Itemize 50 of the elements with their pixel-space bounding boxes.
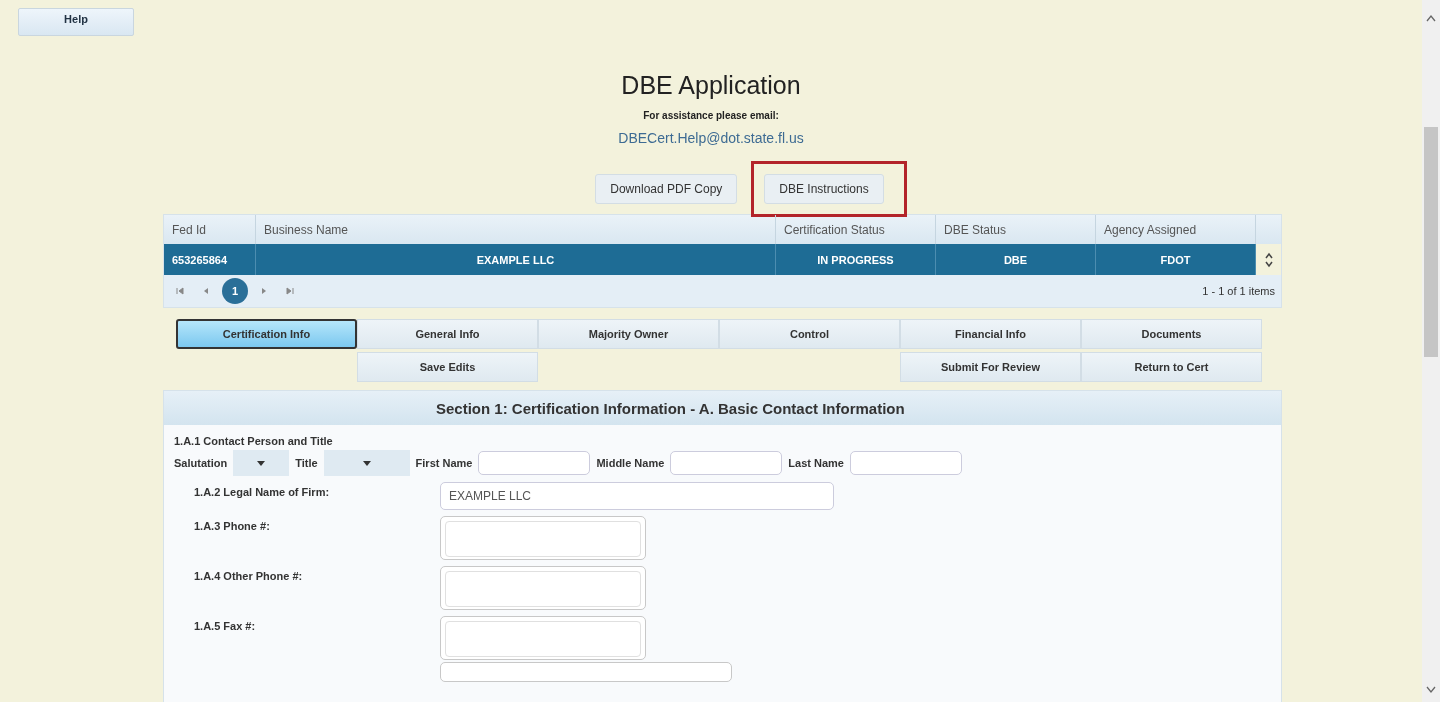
field-label: 1.A.5 Fax #:: [193, 619, 257, 632]
row-scrollbar[interactable]: [1256, 244, 1281, 275]
dropdown-field[interactable]: [233, 450, 290, 476]
section-title: Section 1: Certification Information - A. Basic Contact Information: [164, 391, 1281, 425]
email-link[interactable]: DBECert.Help@dot.state.fl.us: [618, 130, 804, 146]
tab[interactable]: Certification Info: [176, 319, 357, 349]
input-field[interactable]: [670, 451, 783, 475]
scroll-arrows-icon[interactable]: [1263, 250, 1274, 269]
instructions-button[interactable]: DBE Instructions: [764, 174, 884, 204]
download-button[interactable]: Download PDF Copy: [595, 174, 738, 204]
scroll-up-icon[interactable]: [1426, 14, 1436, 22]
pager-summary: 1 - 1 of 1 items: [1202, 285, 1275, 297]
help-button[interactable]: Help: [18, 8, 134, 36]
action-button[interactable]: Save Edits: [357, 352, 538, 382]
table-cell: 653265864: [164, 244, 256, 275]
scroll-down-icon[interactable]: [1426, 686, 1436, 694]
input-field[interactable]: [440, 516, 646, 560]
field-label: Title: [295, 457, 318, 469]
action-button[interactable]: Submit For Review: [900, 352, 1081, 382]
input-field[interactable]: [440, 662, 732, 682]
input-field[interactable]: [849, 451, 962, 475]
scrollbar-thumb[interactable]: [1424, 127, 1438, 357]
tab[interactable]: Majority Owner: [538, 319, 719, 349]
caret-icon: [257, 460, 266, 466]
tab[interactable]: General Info: [357, 319, 538, 349]
table-row[interactable]: 653265864 EXAMPLE LLC IN PROGRESS DBE FDOT: [164, 244, 1281, 275]
field-label: Salutation: [174, 457, 228, 469]
action-button[interactable]: Return to Cert: [1081, 352, 1262, 382]
field-label: 1.A.2 Legal Name of Firm:: [193, 485, 331, 498]
assistance-text: For assistance please email:: [643, 110, 779, 121]
field-label: 1.A.4 Other Phone #:: [193, 569, 304, 582]
input-field[interactable]: [440, 616, 646, 660]
input-field[interactable]: [478, 451, 591, 475]
field-label: Last Name: [788, 457, 844, 469]
table-cell: DBE: [936, 244, 1096, 275]
dropdown-field[interactable]: [323, 450, 410, 476]
field-label: 1.A.3 Phone #:: [193, 519, 271, 532]
page-title: DBE Application: [621, 71, 801, 100]
tab[interactable]: Documents: [1081, 319, 1262, 349]
table-cell: IN PROGRESS: [776, 244, 936, 275]
field-label: 1.A.1 Contact Person and Title: [174, 435, 334, 447]
tab[interactable]: Control: [719, 319, 900, 349]
field-label: Middle Name: [596, 457, 665, 469]
input-field[interactable]: EXAMPLE LLC: [440, 482, 834, 510]
page-button[interactable]: 1: [222, 278, 248, 304]
caret-icon: [362, 460, 371, 466]
table-cell: EXAMPLE LLC: [256, 244, 776, 275]
input-field[interactable]: [440, 566, 646, 610]
field-label: First Name: [415, 457, 473, 469]
tab[interactable]: Financial Info: [900, 319, 1081, 349]
